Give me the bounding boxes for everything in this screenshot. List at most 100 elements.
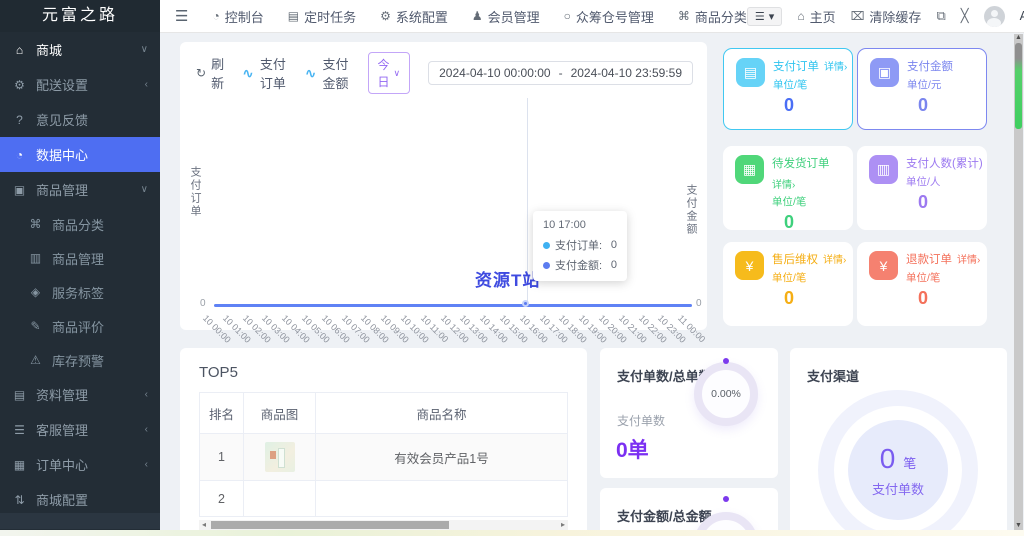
legend-label: 支付订单 bbox=[259, 57, 286, 91]
channel-value: 0 bbox=[879, 442, 896, 474]
pay-channel-panel: 支付渠道 0 笔 支付单数 bbox=[790, 348, 1007, 536]
date-preset-button[interactable]: 今日 ∨ bbox=[367, 52, 411, 94]
vertical-scrollbar[interactable]: ▲ ▼ bbox=[1014, 34, 1023, 530]
legend-pay-amount[interactable]: ∿ 支付金额 bbox=[305, 54, 350, 92]
package-icon: ▦ bbox=[735, 155, 764, 184]
sidebar-item-data-management[interactable]: ▤ 资料管理 ‹ bbox=[0, 377, 160, 412]
list-icon: ☰ bbox=[14, 422, 25, 437]
sidebar-item-customer-service[interactable]: ☰ 客服管理 ‹ bbox=[0, 412, 160, 447]
sidebar-item-order-center[interactable]: ▦ 订单中心 ‹ bbox=[0, 447, 160, 482]
date-end-value: 2024-04-10 23:59:59 bbox=[570, 66, 682, 80]
details-link[interactable]: 详情› bbox=[824, 58, 847, 73]
nav-link-scheduled-tasks[interactable]: ▤ 定时任务 bbox=[288, 7, 356, 26]
scrollbar-thumb[interactable] bbox=[1015, 43, 1022, 129]
x-axis-labels: 10 00:00 10 01:00 10 02:00 10 03:00 10 0… bbox=[180, 310, 708, 345]
bottom-edge-strip bbox=[0, 530, 1024, 536]
metric-value: 0单 bbox=[616, 439, 649, 462]
chevron-down-icon: ∨ bbox=[140, 44, 148, 55]
sidebar-item-label: 商品评价 bbox=[52, 319, 105, 335]
panel-title: 支付金额/总金额 bbox=[617, 509, 712, 524]
refresh-button[interactable]: ↻ 刷新 bbox=[196, 54, 224, 92]
stat-card-after-sales[interactable]: ¥ 售后维权 详情› 单位/笔 0 bbox=[723, 242, 853, 326]
edit-icon: ✎ bbox=[30, 319, 41, 333]
card-unit: 单位/人 bbox=[906, 176, 941, 188]
sidebar-item-product-categories[interactable]: ⌘ 商品分类 bbox=[0, 207, 160, 241]
stat-card-pending-shipment[interactable]: ▦ 待发货订单 详情› 单位/笔 0 bbox=[723, 146, 853, 232]
copy-page-icon[interactable]: ⧉ bbox=[936, 8, 945, 24]
column-header-rank: 排名 bbox=[199, 393, 243, 433]
legend-pay-orders[interactable]: ∿ 支付订单 bbox=[242, 54, 287, 92]
nav-link-console[interactable]: ◔ 控制台 bbox=[212, 7, 263, 26]
dashboard-icon: ◔ bbox=[212, 9, 220, 23]
document-icon: ▦ bbox=[13, 457, 26, 472]
sidebar-item-product-management[interactable]: ▣ 商品管理 ∨ bbox=[0, 172, 160, 207]
sidebar-item-stock-alert[interactable]: ⚠ 库存预警 bbox=[0, 343, 160, 377]
date-separator: - bbox=[558, 66, 563, 80]
sidebar-item-feedback[interactable]: ? 意见反馈 bbox=[0, 102, 160, 137]
chevron-left-icon: ‹ bbox=[144, 389, 148, 400]
card-value: 0 bbox=[783, 212, 794, 232]
card-value: 0 bbox=[917, 95, 928, 115]
pay-count-ratio-panel: 支付单数/总单数 0.00% 支付单数 0单 bbox=[600, 348, 778, 478]
home-icon: ⌂ bbox=[15, 42, 24, 57]
series-dot-icon bbox=[543, 241, 550, 249]
nav-link-clear-cache[interactable]: ⌧ 清除缓存 bbox=[851, 7, 922, 26]
tag-icon: ◈ bbox=[30, 285, 41, 299]
nav-link-system-config[interactable]: ⚙ 系统配置 bbox=[380, 7, 448, 26]
nav-link-label: 清除缓存 bbox=[869, 9, 922, 25]
column-header-name: 商品名称 bbox=[315, 393, 568, 433]
scroll-down-arrow-icon[interactable]: ▼ bbox=[1014, 522, 1023, 530]
stat-card-paying-users[interactable]: ▥ 支付人数(累计) 单位/人 0 bbox=[857, 146, 987, 230]
scroll-right-arrow-icon[interactable]: ▸ bbox=[558, 520, 568, 530]
sidebar-item-product-reviews[interactable]: ✎ 商品评价 bbox=[0, 309, 160, 343]
details-link[interactable]: 详情› bbox=[957, 251, 980, 266]
username[interactable]: Admin bbox=[1020, 9, 1024, 23]
stat-card-pay-amount[interactable]: ▣ 支付金额 单位/元 0 bbox=[857, 48, 987, 130]
stat-card-refund-orders[interactable]: ¥ 退款订单 详情› 单位/笔 0 bbox=[857, 242, 987, 326]
tasks-icon: ▤ bbox=[287, 9, 300, 23]
wallet-icon: ▣ bbox=[870, 58, 899, 87]
scroll-left-arrow-icon[interactable]: ◂ bbox=[199, 520, 209, 530]
details-link[interactable]: 详情› bbox=[823, 251, 846, 266]
sidebar-item-product-admin[interactable]: ▥ 商品管理 bbox=[0, 241, 160, 275]
hamburger-icon[interactable]: ☰ bbox=[175, 7, 188, 25]
sitemap-icon: ⌘ bbox=[29, 217, 42, 231]
sidebar-item-data-center[interactable]: ◔ 数据中心 bbox=[0, 137, 160, 172]
nav-link-product-categories[interactable]: ⌘ 商品分类 bbox=[678, 7, 747, 26]
sidebar-item-label: 意见反馈 bbox=[36, 113, 89, 128]
nav-link-crowdfund-warehouse[interactable]: ○ 众筹仓号管理 bbox=[564, 7, 654, 26]
chevron-left-icon: ‹ bbox=[144, 459, 148, 470]
tooltip-row: 支付金额: 0 bbox=[543, 257, 617, 273]
card-unit: 单位/元 bbox=[907, 79, 942, 91]
sidebar-item-mall[interactable]: ⌂ 商城 ∨ bbox=[0, 32, 160, 67]
card-value: 0 bbox=[917, 288, 928, 308]
home-icon: ⌂ bbox=[797, 9, 805, 23]
highlighted-data-point bbox=[522, 300, 529, 307]
sidebar-item-mall-config[interactable]: ⇅ 商城配置 bbox=[0, 482, 160, 517]
scrollbar-thumb[interactable] bbox=[211, 521, 449, 529]
line-chart[interactable]: 支付订单 支付金额 0 0 资源T站 10 17:00 支付订单: 0 支付金额… bbox=[180, 98, 708, 345]
channel-label: 支付单数 bbox=[871, 481, 924, 497]
nav-link-member-management[interactable]: ♟ 会员管理 bbox=[472, 7, 540, 26]
scroll-up-arrow-icon[interactable]: ▲ bbox=[1014, 34, 1023, 42]
horizontal-scrollbar[interactable]: ◂ ▸ bbox=[199, 520, 568, 530]
fullscreen-icon[interactable]: ╳ bbox=[961, 8, 969, 24]
pay-amount-ratio-panel: 支付金额/总金额 bbox=[600, 488, 778, 536]
column-header-image: 商品图 bbox=[243, 393, 315, 433]
gears-icon: ⚙ bbox=[14, 77, 25, 92]
card-title: 支付人数(累计) bbox=[906, 158, 983, 170]
details-link[interactable]: 详情› bbox=[772, 176, 795, 191]
briefcase-icon: ▥ bbox=[29, 251, 42, 265]
card-title: 退款订单 bbox=[906, 254, 952, 266]
sidebar-item-service-tags[interactable]: ◈ 服务标签 bbox=[0, 275, 160, 309]
avatar[interactable] bbox=[983, 5, 1005, 27]
nav-menu-button[interactable]: ☰ ▾ bbox=[746, 6, 783, 26]
stat-card-pay-orders[interactable]: ▤ 支付订单 详情› 单位/笔 0 bbox=[723, 48, 853, 130]
dashboard-icon: ◔ bbox=[15, 147, 24, 162]
nav-link-homepage[interactable]: ⌂ 主页 bbox=[797, 7, 835, 26]
scrollbar-track[interactable] bbox=[209, 521, 558, 529]
sidebar-item-delivery-settings[interactable]: ⚙ 配送设置 ‹ bbox=[0, 67, 160, 102]
tooltip-title: 10 17:00 bbox=[543, 219, 586, 231]
date-range-input[interactable]: 2024-04-10 00:00:00 - 2024-04-10 23:59:5… bbox=[428, 61, 693, 85]
top-navbar: ☰ ◔ 控制台 ▤ 定时任务 ⚙ 系统配置 ♟ 会员管理 ○ 众筹仓号管理 ⌘ … bbox=[160, 0, 1024, 33]
